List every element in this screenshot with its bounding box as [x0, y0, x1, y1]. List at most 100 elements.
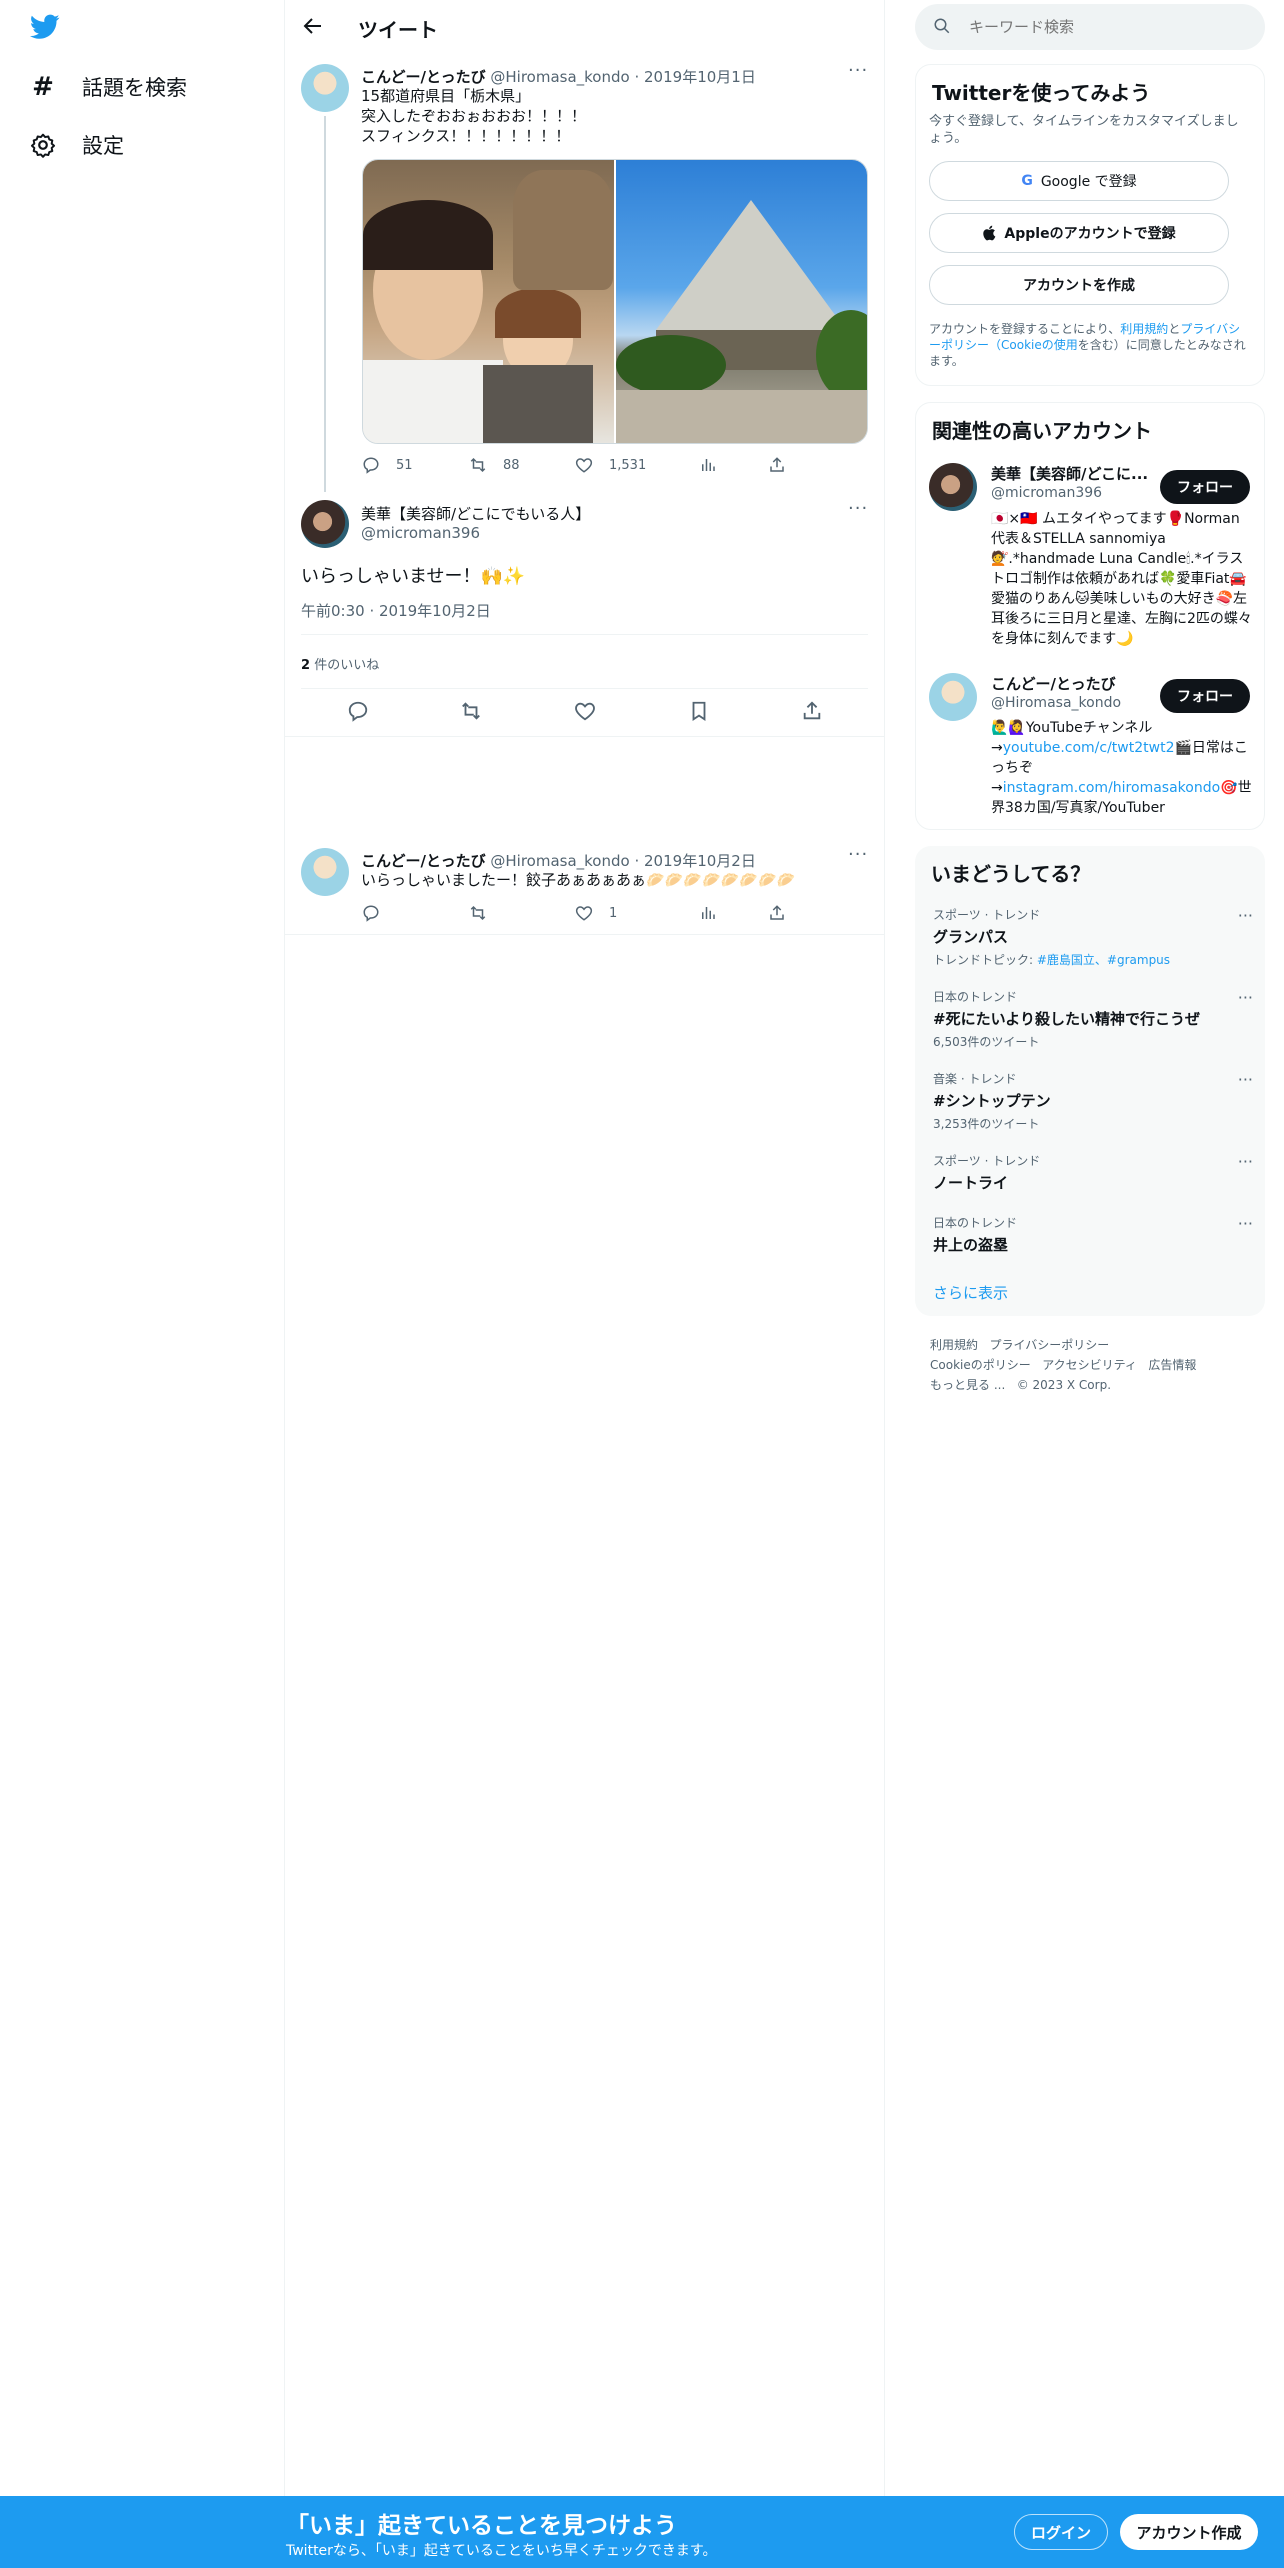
account-name[interactable]: こんどー/とったび	[991, 673, 1116, 694]
account-handle[interactable]: @Hiromasa_kondo	[991, 695, 1121, 711]
footer-ads-link[interactable]: 広告情報	[1148, 1358, 1196, 1372]
legal-text: アカウントを登録することにより、利用規約とプライバシーポリシー（Cookieの使…	[929, 321, 1251, 369]
show-more-link[interactable]: さらに表示	[933, 1282, 1008, 1303]
avatar[interactable]	[301, 64, 349, 112]
account-bio: 🇯🇵×🇹🇼 ムエタイやってます🥊Norman代表＆STELLA sannomiy…	[991, 511, 1252, 647]
trends-title: いまどうしてる？	[931, 862, 1091, 886]
divider	[301, 634, 868, 635]
login-button[interactable]: ログイン	[1014, 2514, 1108, 2550]
trend-item[interactable]: 日本のトレンド 井上の盗塁 ···	[933, 1214, 1253, 1255]
tweet-media[interactable]	[362, 159, 868, 444]
bio-link[interactable]: instagram.com/hiromasakondo	[1003, 780, 1220, 796]
footer-privacy-link[interactable]: プライバシーポリシー	[989, 1338, 1109, 1352]
terms-link[interactable]: 利用規約	[1120, 322, 1168, 336]
likes-count: 2	[301, 658, 311, 673]
footer-cookie-link[interactable]: Cookieのポリシー	[930, 1358, 1031, 1372]
legal-paren: （	[989, 338, 1002, 352]
likes-summary[interactable]: 2 件のいいね	[301, 654, 379, 673]
reply-button[interactable]: 51	[362, 456, 413, 474]
more-options-icon[interactable]: ···	[848, 844, 868, 865]
google-signup-button[interactable]: G Google で登録	[929, 161, 1229, 201]
account-name[interactable]: 美華【美容師/どこに...	[991, 463, 1151, 484]
tweet-date[interactable]: 2019年10月1日	[644, 68, 756, 86]
like-button[interactable]: 1,531	[575, 456, 646, 474]
author-handle[interactable]: @microman396	[361, 524, 480, 542]
trend-sub: トレンドトピック:	[933, 953, 1037, 967]
author-name[interactable]: こんどー/とったび	[361, 68, 486, 86]
tweet-date[interactable]: 2019年10月2日	[644, 852, 756, 870]
signup-title: Twitterを使ってみよう	[932, 81, 1151, 105]
share-button[interactable]	[768, 456, 786, 474]
trend-name: #死にたいより殺したい精神で行こうぜ	[933, 1010, 1200, 1028]
views-button[interactable]	[699, 904, 717, 922]
create-account-button[interactable]: アカウントを作成	[929, 265, 1229, 305]
nav-explore-label: 話題を検索	[82, 76, 187, 100]
twitter-logo-icon[interactable]	[30, 14, 60, 40]
retweet-button[interactable]: 88	[469, 456, 520, 474]
cookie-link[interactable]: Cookieの使用	[1001, 338, 1078, 352]
more-options-icon[interactable]: ···	[1238, 1152, 1253, 1171]
account-handle[interactable]: @microman396	[991, 485, 1102, 501]
footer-terms-link[interactable]: 利用規約	[930, 1338, 978, 1352]
google-icon: G	[1021, 173, 1033, 189]
share-icon[interactable]	[801, 700, 823, 722]
bottom-bar-title: 「いま」起きていることを見つけよう	[286, 2513, 677, 2539]
author-handle[interactable]: @Hiromasa_kondo	[490, 852, 629, 870]
share-icon	[768, 456, 786, 474]
reply-button[interactable]	[362, 904, 380, 922]
retweet-icon[interactable]	[460, 700, 482, 722]
like-button[interactable]: 1	[575, 904, 617, 922]
signup-button[interactable]: アカウント作成	[1120, 2514, 1258, 2550]
search-input[interactable]	[969, 14, 1249, 40]
follow-button[interactable]: フォロー	[1160, 470, 1250, 504]
reply-icon[interactable]	[347, 700, 369, 722]
tweet-line: 15都道府県目「栃木県」	[361, 87, 531, 105]
retweet-button[interactable]	[469, 904, 487, 922]
avatar[interactable]	[301, 848, 349, 896]
follow-button[interactable]: フォロー	[1160, 679, 1250, 713]
trend-category: 音楽 · トレンド	[933, 1072, 1017, 1086]
related-accounts-card: 関連性の高いアカウント 美華【美容師/どこに... @microman396 フ…	[915, 402, 1265, 830]
author-name[interactable]: 美華【美容師/どこにでもいる人】	[361, 503, 590, 524]
google-signup-label: Google で登録	[1040, 174, 1137, 190]
avatar[interactable]	[301, 500, 349, 548]
apple-icon	[982, 225, 996, 241]
more-options-icon[interactable]: ···	[848, 498, 868, 519]
trend-item[interactable]: スポーツ · トレンド グランパス トレンドトピック: #鹿島国立、#gramp…	[933, 906, 1253, 968]
tweet-timestamp[interactable]: 午前0:30 · 2019年10月2日	[301, 600, 491, 621]
avatar[interactable]	[929, 673, 977, 721]
share-button[interactable]	[768, 904, 786, 922]
left-navigation: # 話題を検索 設定	[0, 0, 285, 2568]
author-name[interactable]: こんどー/とったび	[361, 852, 486, 870]
more-options-icon[interactable]: ···	[1238, 906, 1253, 925]
footer-accessibility-link[interactable]: アクセシビリティ	[1042, 1358, 1137, 1372]
views-button[interactable]	[699, 456, 717, 474]
trend-item[interactable]: 音楽 · トレンド #シントップテン 3,253件のツイート ···	[933, 1070, 1253, 1132]
back-arrow-icon[interactable]	[301, 14, 325, 38]
photo-pyramid[interactable]	[616, 160, 867, 443]
more-options-icon[interactable]: ···	[1238, 1214, 1253, 1233]
photo-selfie-sphinx[interactable]	[363, 160, 614, 443]
avatar[interactable]	[929, 463, 977, 511]
search-box[interactable]	[915, 4, 1265, 50]
more-options-icon[interactable]: ···	[848, 60, 868, 81]
author-handle[interactable]: @Hiromasa_kondo	[490, 68, 629, 86]
trend-topic-link[interactable]: #鹿島国立、#grampus	[1037, 953, 1170, 967]
footer-more-link[interactable]: もっと見る ...	[930, 1378, 1005, 1392]
tweet-action-bar	[301, 700, 869, 722]
apple-signup-button[interactable]: Appleのアカウントで登録	[929, 213, 1229, 253]
trend-category: 日本のトレンド	[933, 990, 1018, 1004]
more-options-icon[interactable]: ···	[1238, 1070, 1253, 1089]
create-account-label: アカウントを作成	[1023, 278, 1135, 294]
bio-link[interactable]: youtube.com/c/twt2twt2	[1003, 740, 1175, 756]
trend-item[interactable]: スポーツ · トレンド ノートライ ···	[933, 1152, 1253, 1193]
trend-item[interactable]: 日本のトレンド #死にたいより殺したい精神で行こうぜ 6,503件のツイート ·…	[933, 988, 1253, 1050]
bookmark-icon[interactable]	[688, 700, 710, 722]
nav-explore[interactable]: # 話題を検索	[30, 67, 187, 107]
nav-settings[interactable]: 設定	[30, 125, 124, 165]
tweet-line: スフィンクス！！！！！！！！	[361, 127, 571, 145]
heart-icon[interactable]	[574, 700, 596, 722]
more-options-icon[interactable]: ···	[1238, 988, 1253, 1007]
hashtag-icon: #	[32, 72, 54, 102]
tweet-text: いらっしゃいましたー！餃子あぁあぁあぁ🥟🥟🥟🥟🥟🥟🥟🥟	[361, 871, 796, 889]
